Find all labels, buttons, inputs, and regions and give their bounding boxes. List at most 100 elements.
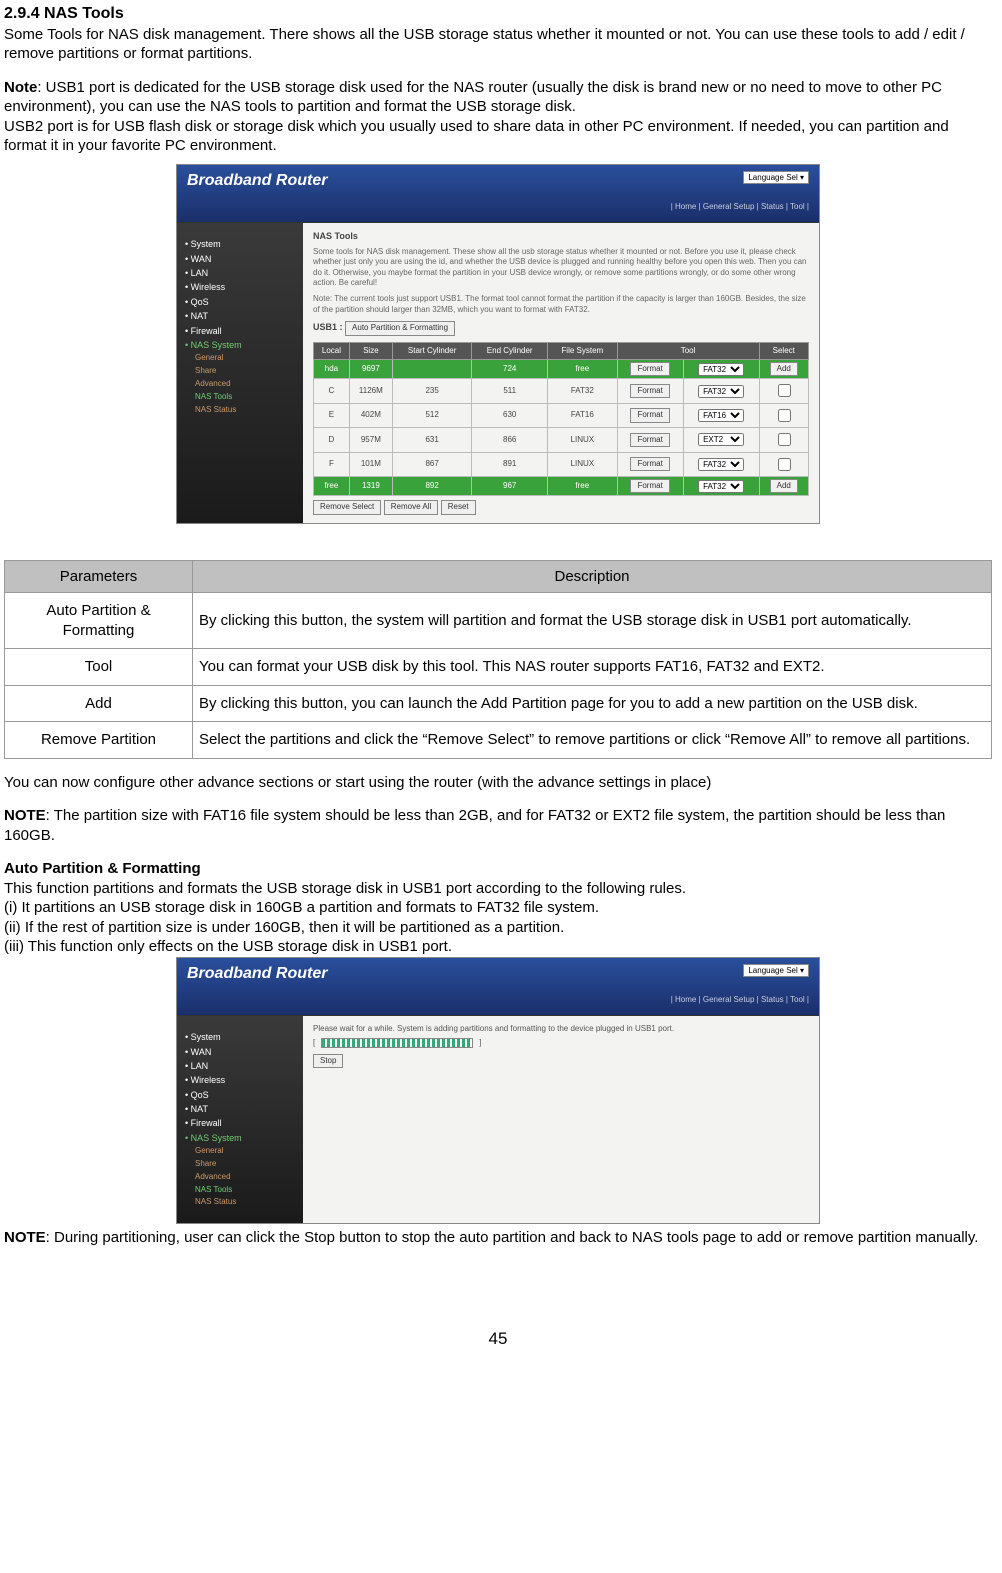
note2-label: NOTE (4, 807, 46, 824)
reset-button[interactable]: Reset (441, 500, 476, 514)
format-select[interactable]: FAT32 (698, 458, 744, 471)
router-breadcrumb-2: | Home | General Setup | Status | Tool | (671, 977, 809, 1005)
select-checkbox[interactable] (778, 433, 791, 446)
nav-sub-nas-tools[interactable]: NAS Tools (195, 1184, 295, 1197)
nav-sub-nas-status[interactable]: NAS Status (195, 404, 295, 417)
format-button[interactable]: Format (630, 479, 669, 493)
auto-partition-button[interactable]: Auto Partition & Formatting (345, 321, 455, 335)
section-heading: 2.9.4 NAS Tools (4, 4, 992, 25)
remove-all-button[interactable]: Remove All (384, 500, 438, 514)
format-button[interactable]: Format (630, 433, 669, 447)
table-row: F101M867891LINUXFormatFAT32 (314, 452, 809, 476)
nav-nas-system[interactable]: NAS System (185, 1131, 295, 1145)
cell-end: 511 (472, 379, 548, 403)
cell-fs: FAT32 (548, 379, 618, 403)
cell-select: Add (759, 360, 809, 379)
cell-size: 101M (349, 452, 392, 476)
nav-sub-nas-tools[interactable]: NAS Tools (195, 391, 295, 404)
format-button[interactable]: Format (630, 457, 669, 471)
nav-sub-general[interactable]: General (195, 352, 295, 365)
select-checkbox[interactable] (778, 384, 791, 397)
nav-nas-system[interactable]: NAS System (185, 338, 295, 352)
table-row: AddBy clicking this button, you can laun… (5, 685, 992, 722)
cell-start: 867 (392, 452, 472, 476)
nav-sub-advanced[interactable]: Advanced (195, 1171, 295, 1184)
format-select[interactable]: FAT32 (698, 480, 744, 493)
th-tool: Tool (617, 342, 759, 359)
page-number: 45 (4, 1328, 992, 1350)
cell-fmt: FAT16 (683, 403, 759, 427)
nav-sub-nas-status[interactable]: NAS Status (195, 1196, 295, 1209)
nav-lan[interactable]: LAN (185, 266, 295, 280)
cell-end: 724 (472, 360, 548, 379)
add-button[interactable]: Add (770, 479, 798, 493)
nav-system[interactable]: System (185, 237, 295, 251)
note-label: Note (4, 79, 37, 96)
parameters-table: Parameters Description Auto Partition & … (4, 560, 992, 759)
language-selector[interactable]: Language Sel ▾ (743, 171, 809, 184)
nav-lan[interactable]: LAN (185, 1059, 295, 1073)
nav-sub-share[interactable]: Share (195, 365, 295, 378)
cell-fs: FAT16 (548, 403, 618, 427)
router-screenshot-1: Broadband Router Language Sel ▾ | Home |… (176, 164, 820, 524)
cell-size: 9697 (349, 360, 392, 379)
progress-bracket: ] (479, 1038, 481, 1048)
format-select[interactable]: FAT16 (698, 409, 744, 422)
cell-size: 402M (349, 403, 392, 427)
nav-firewall[interactable]: Firewall (185, 324, 295, 338)
nav-wireless[interactable]: Wireless (185, 1073, 295, 1087)
nav-qos[interactable]: QoS (185, 1088, 295, 1102)
add-button[interactable]: Add (770, 362, 798, 376)
cell-local: hda (314, 360, 350, 379)
cell-select (759, 452, 809, 476)
nav-sub-general[interactable]: General (195, 1145, 295, 1158)
cell-tool: Format (617, 360, 683, 379)
usb-line: USB1 : Auto Partition & Formatting (313, 321, 809, 335)
format-button[interactable]: Format (630, 384, 669, 398)
auto-line-1: This function partitions and formats the… (4, 879, 992, 899)
desc-header: Description (193, 560, 992, 593)
nav-sub-share[interactable]: Share (195, 1158, 295, 1171)
stop-button[interactable]: Stop (313, 1054, 343, 1068)
select-checkbox[interactable] (778, 409, 791, 422)
router-nav: System WAN LAN Wireless QoS NAT Firewall… (177, 223, 303, 523)
router-breadcrumb: | Home | General Setup | Status | Tool | (671, 184, 809, 212)
format-select[interactable]: FAT32 (698, 385, 744, 398)
format-select[interactable]: FAT32 (698, 363, 744, 376)
router-main-2: Please wait for a while. System is addin… (303, 1016, 819, 1223)
param-desc: You can format your USB disk by this too… (193, 649, 992, 686)
format-button[interactable]: Format (630, 362, 669, 376)
nav-system[interactable]: System (185, 1030, 295, 1044)
cell-local: E (314, 403, 350, 427)
nav-nat[interactable]: NAT (185, 1102, 295, 1116)
param-name: Add (5, 685, 193, 722)
format-button[interactable]: Format (630, 408, 669, 422)
nav-wan[interactable]: WAN (185, 252, 295, 266)
nav-sub-advanced[interactable]: Advanced (195, 378, 295, 391)
note3-text: : During partitioning, user can click th… (46, 1229, 979, 1246)
th-start: Start Cylinder (392, 342, 472, 359)
cell-tool: Format (617, 452, 683, 476)
note3-label: NOTE (4, 1229, 46, 1246)
select-checkbox[interactable] (778, 458, 791, 471)
th-size: Size (349, 342, 392, 359)
cell-fmt: FAT32 (683, 476, 759, 495)
auto-heading: Auto Partition & Formatting (4, 859, 992, 879)
format-select[interactable]: EXT2 (698, 433, 744, 446)
nav-nat[interactable]: NAT (185, 309, 295, 323)
language-selector-2[interactable]: Language Sel ▾ (743, 964, 809, 977)
cell-local: F (314, 452, 350, 476)
cell-fs: free (548, 476, 618, 495)
nav-firewall[interactable]: Firewall (185, 1116, 295, 1130)
cell-start: 892 (392, 476, 472, 495)
remove-select-button[interactable]: Remove Select (313, 500, 381, 514)
cell-start: 235 (392, 379, 472, 403)
param-desc: By clicking this button, you can launch … (193, 685, 992, 722)
cell-fmt: EXT2 (683, 428, 759, 452)
cell-select (759, 403, 809, 427)
auto-line-4: (iii) This function only effects on the … (4, 937, 992, 957)
nav-qos[interactable]: QoS (185, 295, 295, 309)
nav-wan[interactable]: WAN (185, 1045, 295, 1059)
param-name: Remove Partition (5, 722, 193, 759)
nav-wireless[interactable]: Wireless (185, 280, 295, 294)
